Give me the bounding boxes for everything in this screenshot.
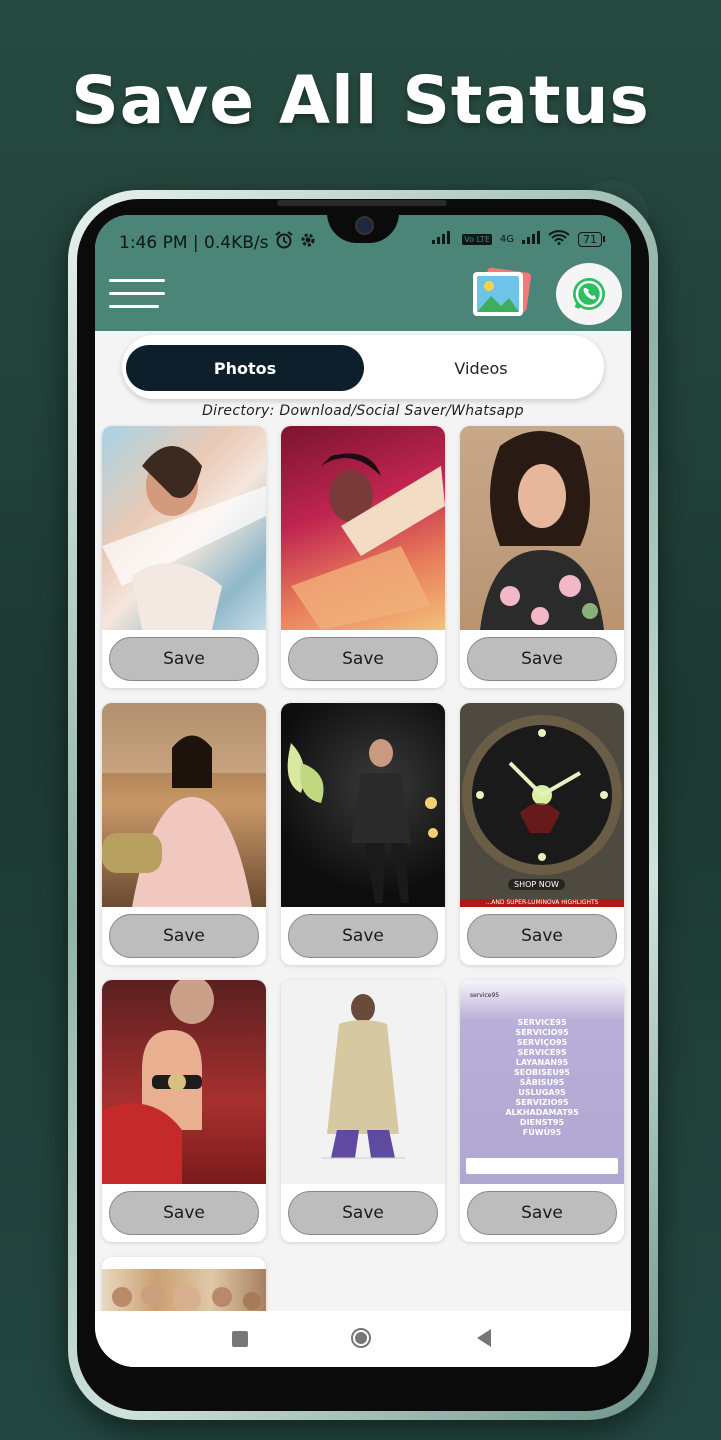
save-button[interactable]: Save <box>467 1191 617 1235</box>
status-thumbnail[interactable] <box>281 980 445 1184</box>
ad-caption: ...AND SUPER-LUMINOVA HIGHLIGHTS <box>485 899 599 906</box>
save-button[interactable]: Save <box>288 637 438 681</box>
service-lines: SERVICE95 SERVICIO95 SERVIÇO95 SERVICE95… <box>505 1018 579 1137</box>
status-card[interactable]: SHOP NOW ...AND SUPER-LUMINOVA HIGHLIGHT… <box>460 703 624 965</box>
status-card[interactable]: Save <box>102 980 266 1242</box>
volte-badge: Vo LTE <box>462 233 492 245</box>
post-caption-bar <box>466 1158 618 1174</box>
status-thumbnail[interactable] <box>281 426 445 630</box>
app-bar <box>95 263 631 331</box>
navigation-bar <box>95 1311 631 1367</box>
speaker-grille <box>277 200 447 206</box>
headline: Save All Status <box>71 62 650 139</box>
save-button[interactable]: Save <box>109 1191 259 1235</box>
tab-photos[interactable]: Photos <box>126 345 364 391</box>
status-card[interactable]: service95 SERVICE95 SERVICIO95 SERVIÇO95… <box>460 980 624 1242</box>
status-thumbnail[interactable]: SHOP NOW ...AND SUPER-LUMINOVA HIGHLIGHT… <box>460 703 624 907</box>
save-button[interactable]: Save <box>467 637 617 681</box>
status-thumbnail[interactable] <box>102 980 266 1184</box>
alarm-icon <box>274 230 294 255</box>
signal-icon-2 <box>522 230 540 248</box>
camera-notch <box>327 215 399 243</box>
gallery-icon[interactable] <box>471 266 532 318</box>
tab-bar: Photos Videos <box>122 335 604 399</box>
gear-icon <box>300 232 316 253</box>
status-thumbnail[interactable] <box>281 703 445 907</box>
back-icon[interactable] <box>477 1329 491 1347</box>
network-type: 4G <box>499 233 514 245</box>
whatsapp-icon[interactable] <box>556 263 622 325</box>
save-button[interactable]: Save <box>109 914 259 958</box>
signal-icon <box>432 230 454 248</box>
status-card[interactable]: Save <box>102 703 266 965</box>
recent-apps-icon[interactable] <box>232 1331 248 1347</box>
status-time: 1:46 PM | 0.4KB/s <box>119 232 269 253</box>
status-thumbnail[interactable] <box>460 426 624 630</box>
battery-icon: 71 <box>578 231 605 247</box>
home-icon[interactable] <box>351 1328 371 1348</box>
save-button[interactable]: Save <box>109 637 259 681</box>
post-header: service95 <box>470 992 500 999</box>
status-card[interactable]: Save <box>281 703 445 965</box>
menu-icon[interactable] <box>109 279 165 311</box>
status-card[interactable]: Save <box>102 426 266 688</box>
status-card[interactable]: Save <box>281 426 445 688</box>
directory-path: Directory: Download/Social Saver/Whatsap… <box>202 403 524 419</box>
status-thumbnail[interactable]: service95 SERVICE95 SERVICIO95 SERVIÇO95… <box>460 980 624 1184</box>
battery-level: 71 <box>578 231 602 247</box>
save-button[interactable]: Save <box>288 914 438 958</box>
save-button[interactable]: Save <box>467 914 617 958</box>
phone-screen: 1:46 PM | 0.4KB/s Vo LTE 4G 71 Photos Vi… <box>95 215 631 1367</box>
shop-now-badge[interactable]: SHOP NOW <box>508 879 565 890</box>
status-thumbnail[interactable] <box>102 426 266 630</box>
status-card[interactable]: Save <box>460 426 624 688</box>
status-bar: 1:46 PM | 0.4KB/s Vo LTE 4G 71 <box>95 215 631 263</box>
front-camera <box>355 216 374 235</box>
tab-videos[interactable]: Videos <box>362 345 600 391</box>
status-thumbnail[interactable] <box>102 703 266 907</box>
save-button[interactable]: Save <box>288 1191 438 1235</box>
status-card[interactable]: Save <box>281 980 445 1242</box>
wifi-icon <box>548 229 570 249</box>
